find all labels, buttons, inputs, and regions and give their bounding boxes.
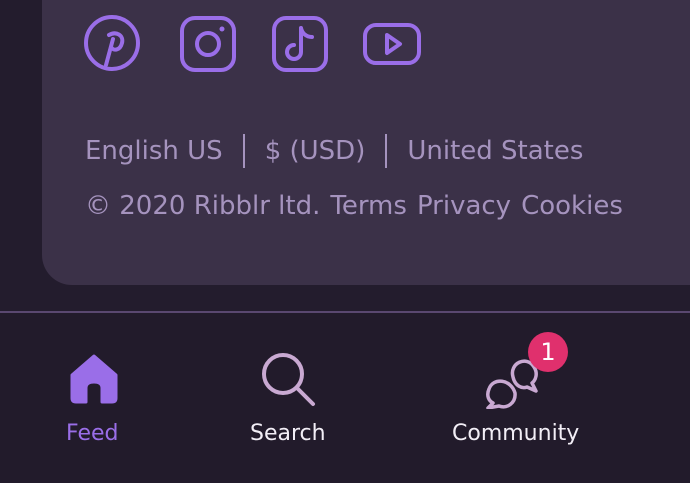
instagram-icon (180, 16, 236, 72)
youtube-icon (363, 23, 421, 65)
nav-search-label: Search (250, 421, 326, 446)
legal-row: © 2020 Ribblr ltd. Terms Privacy Cookies (85, 186, 623, 226)
pinterest-link[interactable] (82, 13, 142, 73)
bottom-navigation: Feed Search 1 Community (0, 313, 690, 483)
nav-search[interactable]: Search (238, 313, 348, 483)
country-selector[interactable]: United States (407, 136, 583, 166)
youtube-link[interactable] (362, 14, 422, 74)
nav-community[interactable]: 1 Community (440, 313, 600, 483)
privacy-link[interactable]: Privacy (417, 191, 511, 221)
locale-selector-row: English US $ (USD) United States (85, 131, 583, 171)
search-icon (258, 349, 318, 409)
app-screen: English US $ (USD) United States © 2020 … (0, 0, 690, 483)
separator (242, 134, 245, 168)
currency-selector[interactable]: $ (USD) (265, 136, 366, 166)
nav-feed-label: Feed (66, 421, 119, 446)
nav-community-label: Community (452, 421, 580, 446)
terms-link[interactable]: Terms (330, 191, 407, 221)
cookies-link[interactable]: Cookies (521, 191, 623, 221)
tiktok-link[interactable] (270, 14, 330, 74)
home-icon (64, 348, 124, 408)
copyright-text: © 2020 Ribblr ltd. (85, 191, 321, 221)
nav-feed[interactable]: Feed (40, 313, 150, 483)
instagram-link[interactable] (178, 14, 238, 74)
separator (385, 134, 388, 168)
tiktok-icon (272, 16, 328, 72)
language-selector[interactable]: English US (85, 136, 223, 166)
notification-badge: 1 (528, 332, 568, 372)
pinterest-icon (84, 15, 140, 71)
